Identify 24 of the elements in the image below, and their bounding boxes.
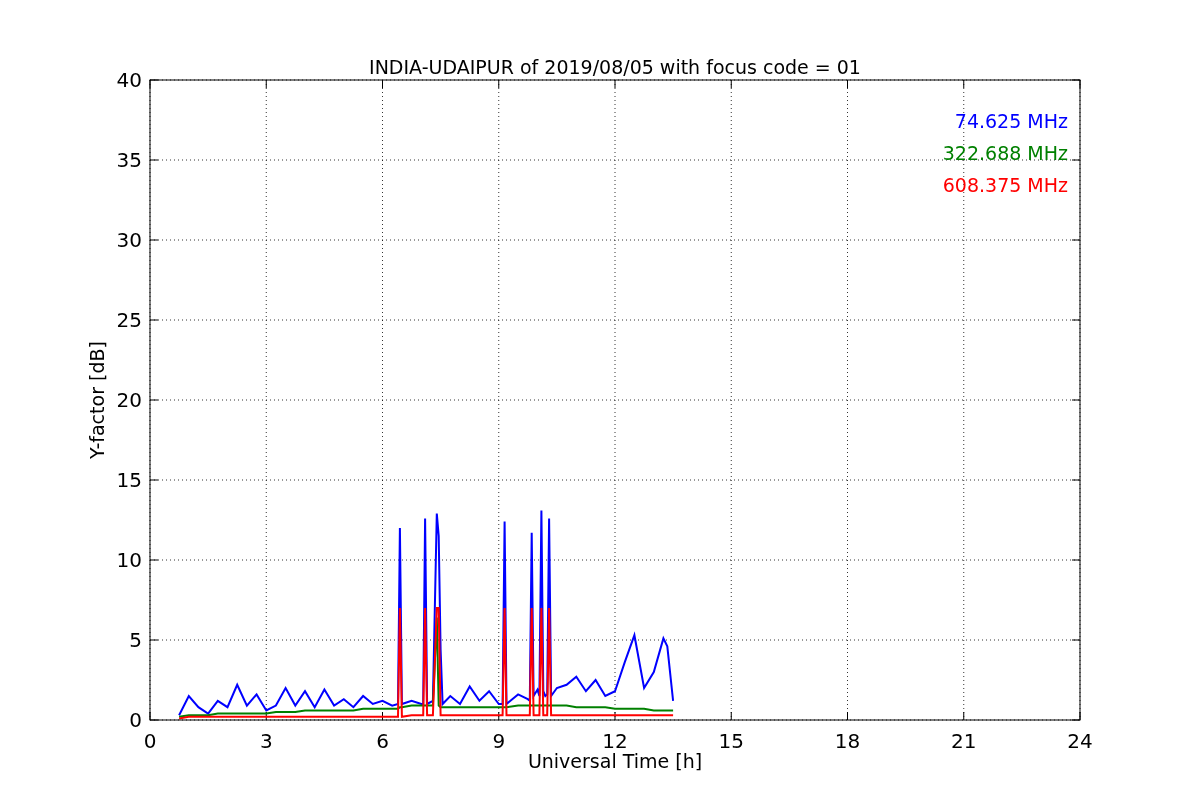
tick-label: 3 bbox=[259, 729, 273, 753]
legend-label: 322.688 MHz bbox=[942, 142, 1068, 164]
tick-label: 18 bbox=[834, 729, 861, 753]
tick-label: 6 bbox=[376, 729, 389, 753]
tick-label: 10 bbox=[116, 548, 142, 572]
tick-label: 21 bbox=[951, 729, 977, 753]
chart-title: INDIA-UDAIPUR of 2019/08/05 with focus code = 01 bbox=[369, 56, 861, 78]
tick-label: 40 bbox=[116, 68, 142, 92]
tick-label: 20 bbox=[116, 388, 142, 412]
axis-label: Universal Time [h] bbox=[527, 750, 703, 772]
tick-label: 25 bbox=[116, 308, 142, 332]
tick-label: 5 bbox=[129, 628, 142, 652]
axis-label: Y-factor [dB] bbox=[86, 341, 108, 459]
tick-label: 30 bbox=[116, 228, 142, 252]
legend-label: 74.625 MHz bbox=[954, 110, 1068, 132]
tick-label: 24 bbox=[1067, 729, 1093, 753]
legend-label: 608.375 MHz bbox=[942, 174, 1068, 196]
tick-label: 35 bbox=[116, 148, 142, 172]
tick-label: 0 bbox=[143, 729, 157, 753]
tick-label: 12 bbox=[602, 729, 628, 753]
tick-label: 15 bbox=[718, 729, 744, 753]
tick-label: 9 bbox=[492, 729, 506, 753]
tick-label: 0 bbox=[129, 708, 142, 732]
tick-label: 15 bbox=[116, 468, 142, 492]
